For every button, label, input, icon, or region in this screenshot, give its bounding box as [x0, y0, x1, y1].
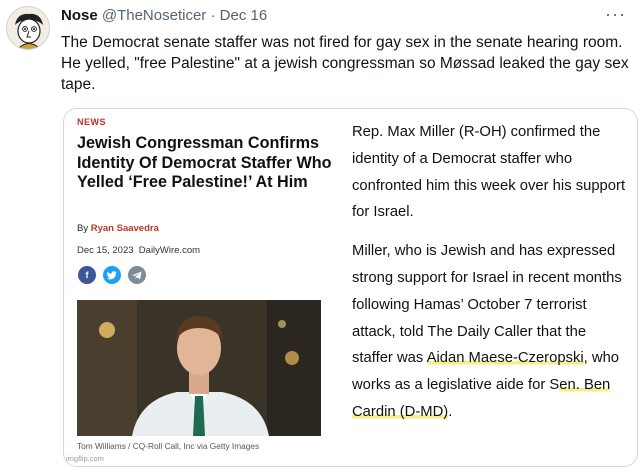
highlighted-staffer-name: Aidan Maese-Czeropski [426, 350, 584, 367]
article-date: Dec 15, 2023 [77, 245, 134, 256]
article-photo [77, 300, 321, 436]
paragraph-2-text-c: . [448, 403, 453, 420]
display-name[interactable]: Nose [61, 7, 98, 24]
byline-prefix: By [77, 223, 89, 234]
more-options-icon[interactable]: ··· [605, 4, 626, 25]
facebook-icon: f [78, 266, 96, 284]
byline: By Ryan Saavedra [77, 223, 159, 234]
tweet-text: The Democrat senate staffer was not fire… [61, 34, 629, 93]
article-source: DailyWire.com [138, 245, 201, 256]
article-dateline: Dec 15, 2023 DailyWire.com [77, 245, 200, 256]
tweet-header: Nose @TheNoseticer · Dec 16 [61, 7, 267, 24]
telegram-icon [128, 266, 146, 284]
twitter-icon [103, 266, 121, 284]
article-right-column: Rep. Max Miller (R-OH) confirmed the ide… [352, 119, 627, 438]
paragraph-2-text-a: Miller, who is Jewish and has expressed … [352, 243, 622, 367]
article-headline: Jewish Congressman Confirms Identity Of … [77, 134, 332, 192]
attached-image[interactable]: NEWS Jewish Congressman Confirms Identit… [63, 108, 638, 467]
congressman-photo [77, 300, 321, 436]
separator-dot: · [210, 7, 216, 24]
article-paragraph-2: Miller, who is Jewish and has expressed … [352, 238, 627, 426]
user-handle[interactable]: @TheNoseticer [102, 7, 206, 24]
article-left-column: NEWS Jewish Congressman Confirms Identit… [64, 109, 339, 466]
photo-caption: Tom Williams / CQ-Roll Call, Inc via Get… [77, 441, 260, 451]
article-paragraph-1: Rep. Max Miller (R-OH) confirmed the ide… [352, 124, 626, 221]
tweet-date[interactable]: Dec 16 [220, 7, 268, 24]
author-name: Ryan Saavedra [90, 223, 159, 234]
cartoon-face-icon [7, 7, 49, 49]
news-label: NEWS [77, 117, 106, 127]
watermark: imgflip.com [66, 454, 104, 463]
avatar[interactable] [6, 6, 50, 50]
